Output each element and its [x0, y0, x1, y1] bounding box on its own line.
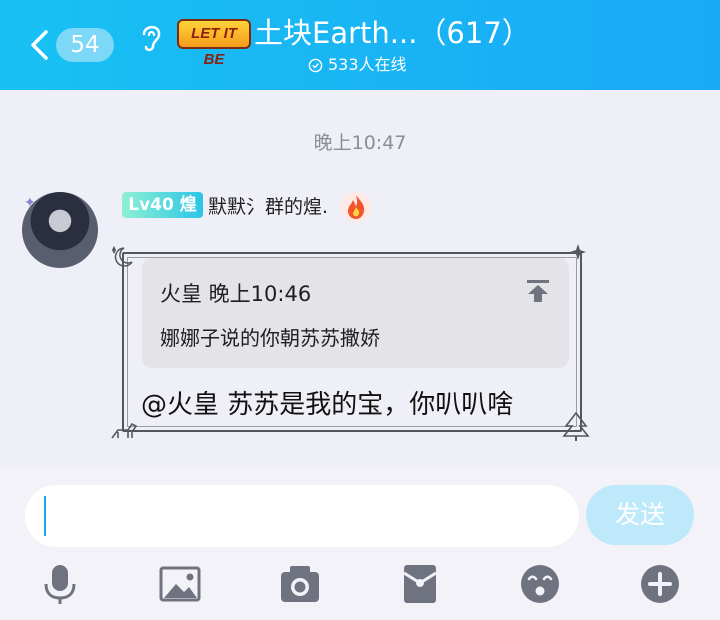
- online-count-text: 533人在线: [328, 55, 407, 74]
- ear-icon[interactable]: [136, 20, 166, 54]
- message-input[interactable]: [25, 485, 579, 547]
- quote-author-time: 火皇 晚上10:46: [160, 282, 312, 306]
- message-text: @火皇 苏苏是我的宝，你叭叭啥: [141, 390, 514, 420]
- star-icon: ✦: [24, 195, 36, 211]
- image-icon[interactable]: [158, 562, 202, 606]
- send-button[interactable]: 发送: [586, 485, 694, 545]
- tree-decoration-icon: [562, 411, 590, 441]
- jump-to-top-icon[interactable]: [525, 278, 551, 304]
- red-packet-icon[interactable]: [398, 562, 442, 606]
- text-cursor: [44, 496, 46, 536]
- sparkle-decoration-icon: [570, 244, 586, 260]
- check-circle-icon: [308, 58, 323, 72]
- microphone-icon[interactable]: [38, 562, 82, 606]
- group-logo: LET IT BE: [177, 19, 251, 68]
- deer-decoration-icon: [111, 422, 138, 439]
- emoji-icon[interactable]: [518, 562, 562, 606]
- group-title[interactable]: 土块Earth...（617）: [254, 14, 531, 52]
- plus-icon[interactable]: [638, 562, 682, 606]
- quote-text: 娜娜子说的你朝苏苏撒娇: [160, 326, 380, 350]
- camera-icon[interactable]: [278, 562, 322, 606]
- quoted-message[interactable]: 火皇 晚上10:46 娜娜子说的你朝苏苏撒娇: [142, 258, 569, 368]
- level-badge: Lv40 煌: [122, 192, 203, 218]
- moon-decoration-icon: [112, 246, 133, 267]
- back-arrow-icon[interactable]: [26, 28, 56, 62]
- time-separator: 晚上10:47: [313, 132, 407, 154]
- online-status[interactable]: 533人在线: [308, 54, 407, 76]
- flame-icon: [341, 192, 371, 222]
- unread-count-badge[interactable]: 54: [56, 28, 114, 62]
- sender-nickname[interactable]: 默默氵群的煌.: [208, 194, 328, 220]
- chat-header: 54 LET IT BE 土块Earth...（617） 533人在线: [0, 0, 720, 90]
